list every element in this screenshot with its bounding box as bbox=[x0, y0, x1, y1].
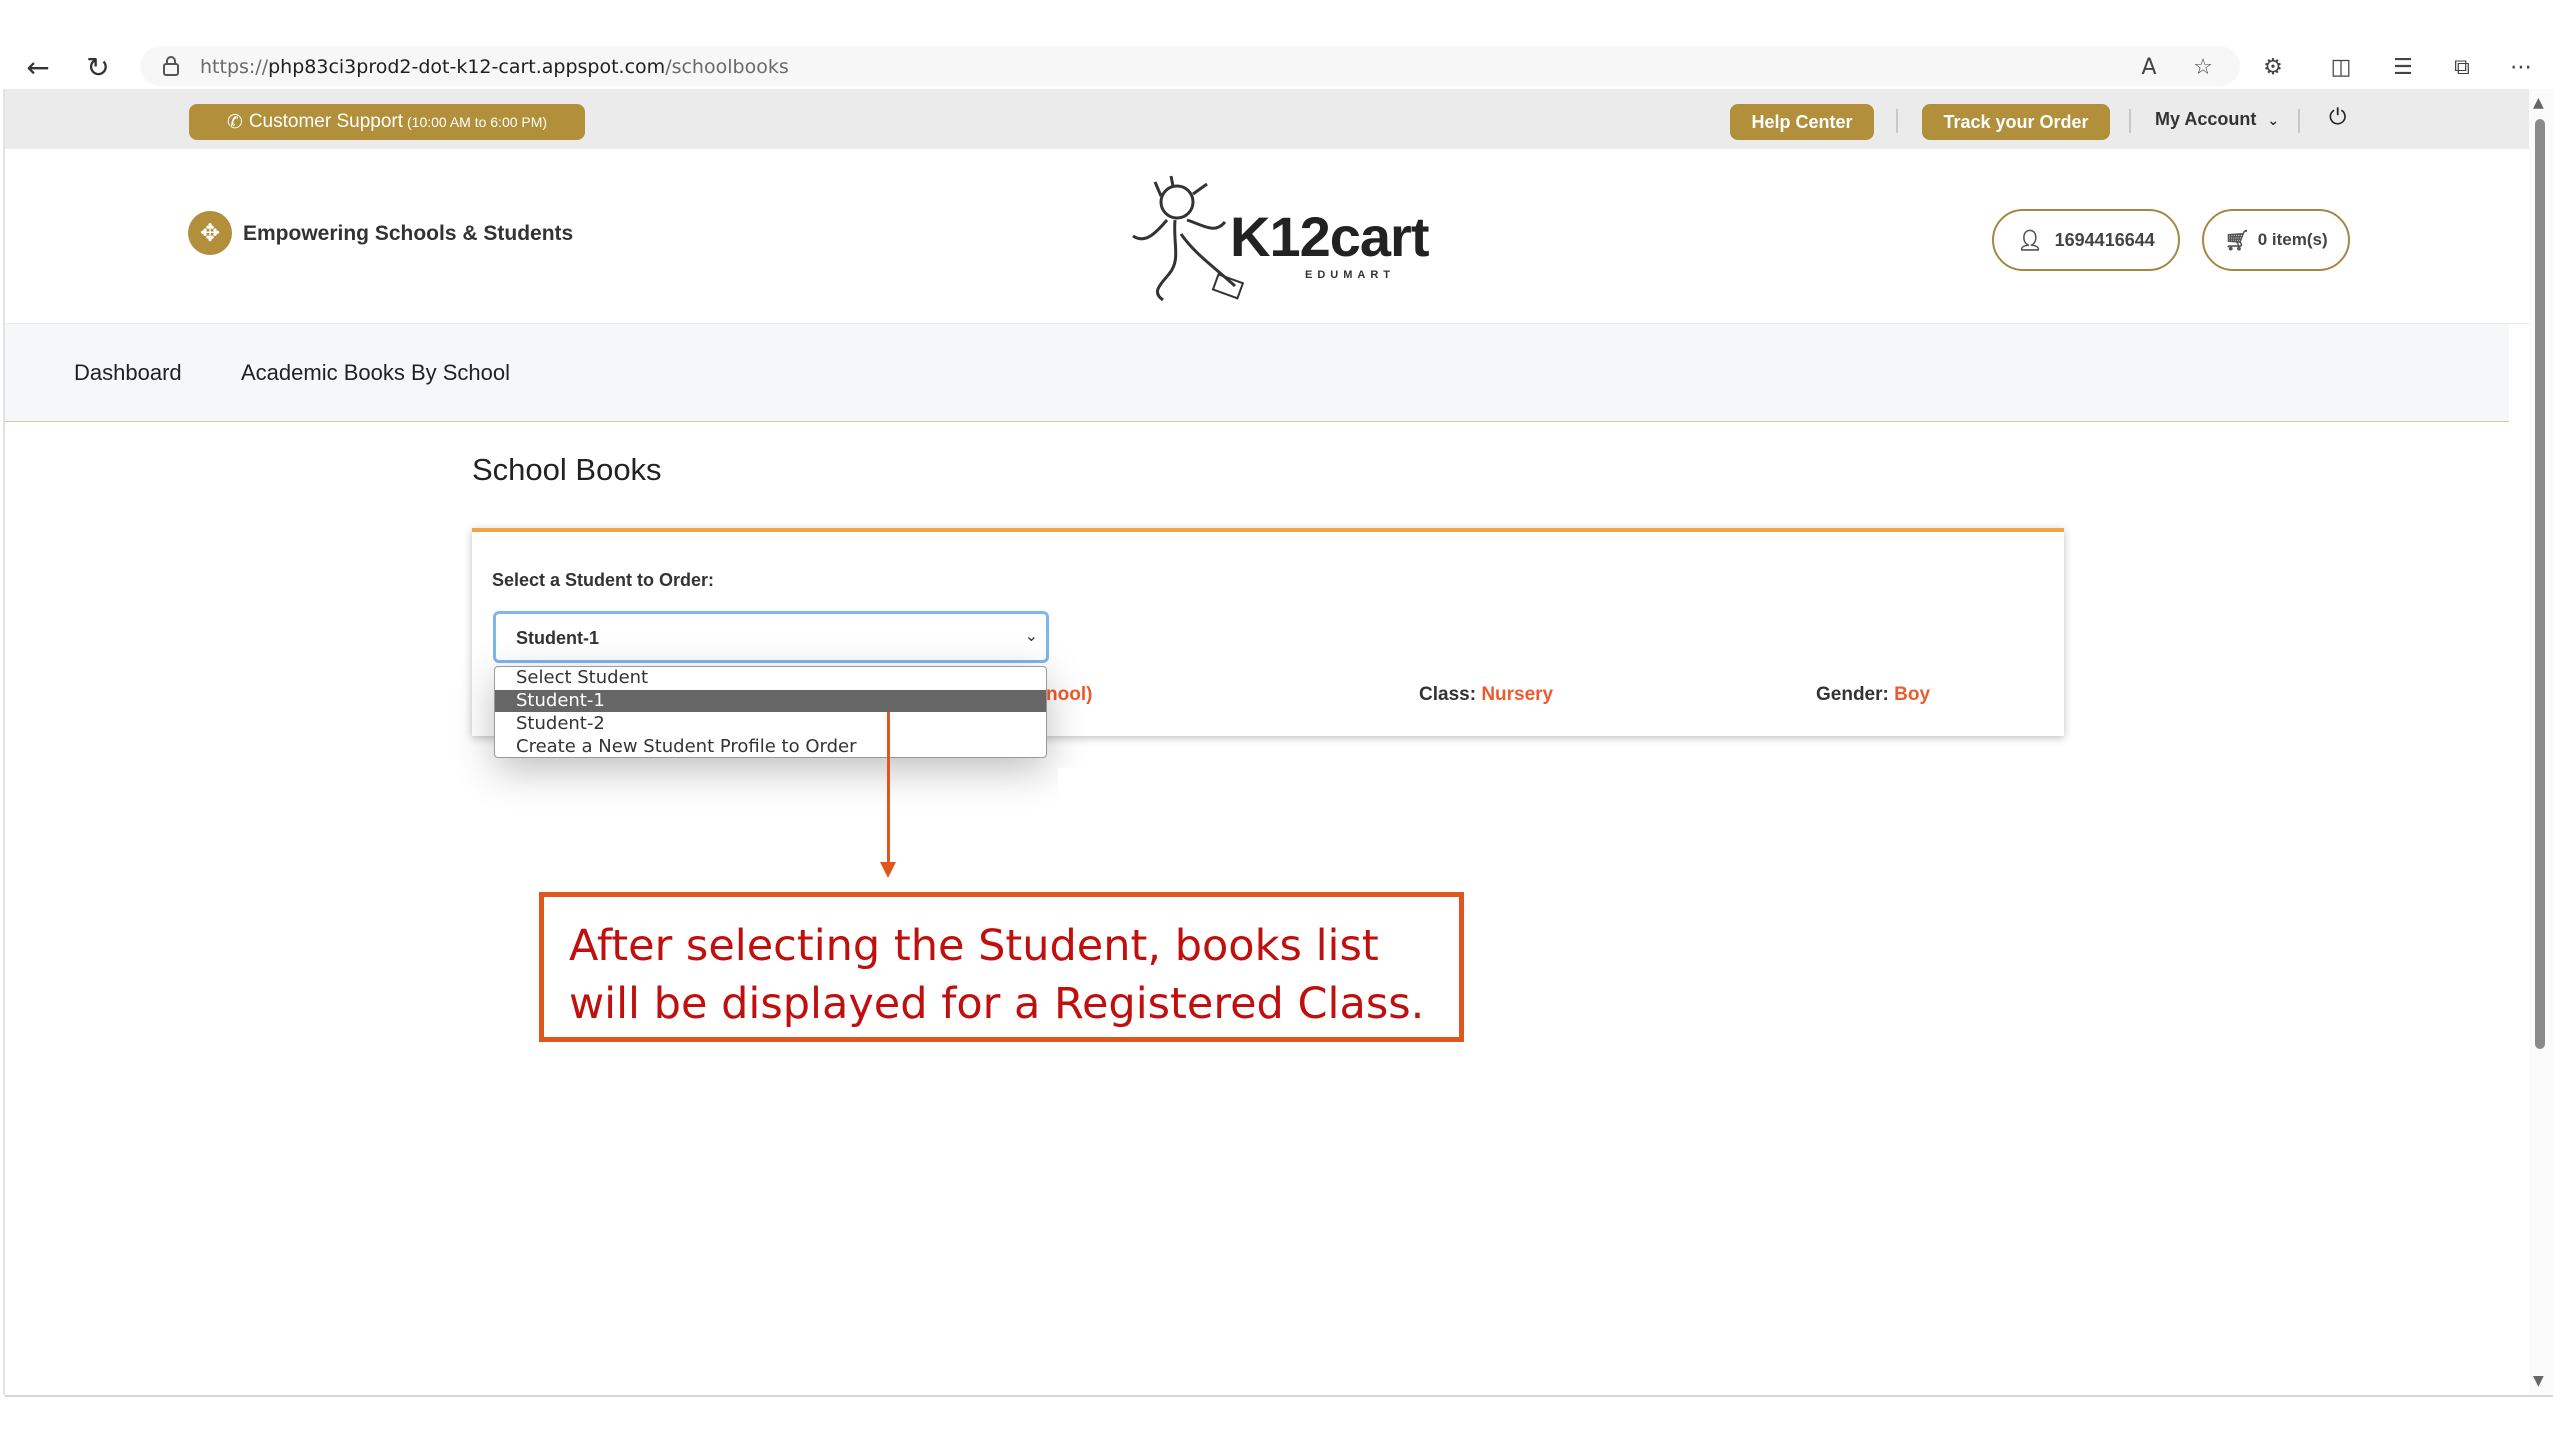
page-title: School Books bbox=[472, 452, 662, 487]
basket-icon: 🛒︎ bbox=[2224, 228, 2250, 252]
gender-label: Gender: bbox=[1816, 684, 1889, 705]
scroll-up-icon[interactable]: ▲ bbox=[2533, 95, 2544, 111]
support-hours: (10:00 AM to 6:00 PM) bbox=[407, 114, 548, 130]
selected-student: Student-1 bbox=[516, 628, 599, 648]
divider bbox=[1896, 109, 1898, 133]
track-order-button[interactable]: Track your Order bbox=[1922, 104, 2110, 140]
url-path: /schoolbooks bbox=[665, 56, 789, 78]
student-select[interactable]: Student-1 ⌄ bbox=[493, 611, 1049, 663]
read-aloud-icon[interactable]: A bbox=[2134, 53, 2164, 81]
annotation-text: After selecting the Student, books list … bbox=[569, 921, 1425, 1029]
school-value: nool) bbox=[1046, 684, 1093, 705]
divider bbox=[2129, 109, 2131, 133]
user-icon: 👤︎ bbox=[2017, 228, 2043, 252]
help-center-button[interactable]: Help Center bbox=[1730, 104, 1874, 140]
annotation-callout: After selecting the Student, books list … bbox=[539, 892, 1464, 1042]
chevron-down-icon: ⌄ bbox=[2267, 113, 2280, 129]
favorite-star-icon[interactable]: ☆ bbox=[2188, 53, 2218, 81]
dropdown-option-selected[interactable]: Student-1 bbox=[495, 690, 1046, 712]
extensions-icon[interactable]: ⚙ bbox=[2258, 53, 2288, 81]
chevron-down-icon: ⌄ bbox=[1024, 626, 1038, 645]
main-navigation: Dashboard Academic Books By School bbox=[5, 324, 2509, 422]
browser-toolbar: ← ↻ https://php83ci3prod2-dot-k12-cart.a… bbox=[0, 43, 2560, 89]
url-text: https://php83ci3prod2-dot-k12-cart.appsp… bbox=[200, 56, 789, 78]
user-phone: 1694416644 bbox=[2054, 229, 2155, 250]
lock-icon bbox=[163, 56, 179, 76]
split-screen-icon[interactable]: ◫ bbox=[2326, 53, 2356, 81]
back-arrow-icon[interactable]: ← bbox=[22, 51, 54, 84]
support-label: Customer Support bbox=[248, 111, 404, 132]
user-phone-button[interactable]: 👤︎ 1694416644 bbox=[1992, 209, 2180, 271]
compass-icon: ✥ bbox=[188, 211, 232, 255]
class-value: Nursery bbox=[1481, 684, 1554, 705]
favorites-list-icon[interactable]: ☰ bbox=[2388, 53, 2418, 81]
blank-area bbox=[1058, 768, 1088, 818]
nav-dashboard[interactable]: Dashboard bbox=[74, 360, 182, 386]
class-info: Class: Nursery bbox=[1419, 684, 1553, 706]
my-account-label: My Account bbox=[2155, 109, 2257, 129]
refresh-icon[interactable]: ↻ bbox=[82, 51, 114, 84]
gender-info: Gender: Boy bbox=[1816, 684, 1930, 706]
phone-icon: ✆ bbox=[226, 111, 243, 133]
url-host: php83ci3prod2-dot-k12-cart.appspot.com bbox=[268, 56, 666, 78]
logo-subtext: EDUMART bbox=[1305, 269, 1395, 281]
vertical-scrollbar[interactable]: ▲ ▼ bbox=[2529, 89, 2553, 1395]
student-dropdown-list: Select Student Student-1 Student-2 Creat… bbox=[494, 666, 1047, 758]
site-top-strip: ✆ Customer Support (10:00 AM to 6:00 PM)… bbox=[5, 89, 2529, 149]
page-bottom-border bbox=[5, 1395, 2553, 1397]
dropdown-option[interactable]: Student-2 bbox=[495, 713, 1046, 735]
tagline: Empowering Schools & Students bbox=[243, 222, 574, 245]
cart-count: 0 item(s) bbox=[2257, 230, 2328, 249]
screen: ← ↻ https://php83ci3prod2-dot-k12-cart.a… bbox=[0, 0, 2560, 1440]
annotation-arrow-line bbox=[887, 712, 890, 862]
more-menu-icon[interactable]: ⋯ bbox=[2506, 53, 2536, 81]
class-label: Class: bbox=[1419, 684, 1477, 705]
divider bbox=[2298, 109, 2300, 133]
site-header: ✥ Empowering Schools & Students K12cart … bbox=[5, 149, 2529, 324]
select-student-label: Select a Student to Order: bbox=[492, 570, 715, 590]
url-protocol: https:// bbox=[200, 56, 269, 78]
k12cart-logo[interactable]: K12cart EDUMART bbox=[1115, 174, 1429, 304]
logo-text: K12cart bbox=[1230, 205, 1429, 268]
my-account-menu[interactable]: My Account ⌄ bbox=[2155, 109, 2279, 130]
scroll-down-icon[interactable]: ▼ bbox=[2533, 1373, 2544, 1389]
annotation-arrow-head bbox=[880, 862, 896, 878]
cart-button[interactable]: 🛒︎ 0 item(s) bbox=[2202, 209, 2350, 271]
mascot-icon bbox=[1132, 175, 1245, 302]
school-info: nool) bbox=[1046, 684, 1092, 706]
nav-academic-books[interactable]: Academic Books By School bbox=[241, 360, 510, 386]
collections-icon[interactable]: ⧉ bbox=[2447, 53, 2477, 81]
address-bar[interactable]: https://php83ci3prod2-dot-k12-cart.appsp… bbox=[140, 46, 2240, 86]
gender-value: Boy bbox=[1894, 684, 1931, 705]
power-logout-icon[interactable]: ⏻ bbox=[2329, 105, 2346, 130]
scroll-thumb[interactable] bbox=[2535, 119, 2545, 1049]
dropdown-option[interactable]: Select Student bbox=[495, 667, 1046, 689]
customer-support-button[interactable]: ✆ Customer Support (10:00 AM to 6:00 PM) bbox=[189, 104, 585, 140]
dropdown-option[interactable]: Create a New Student Profile to Order bbox=[495, 736, 1046, 757]
